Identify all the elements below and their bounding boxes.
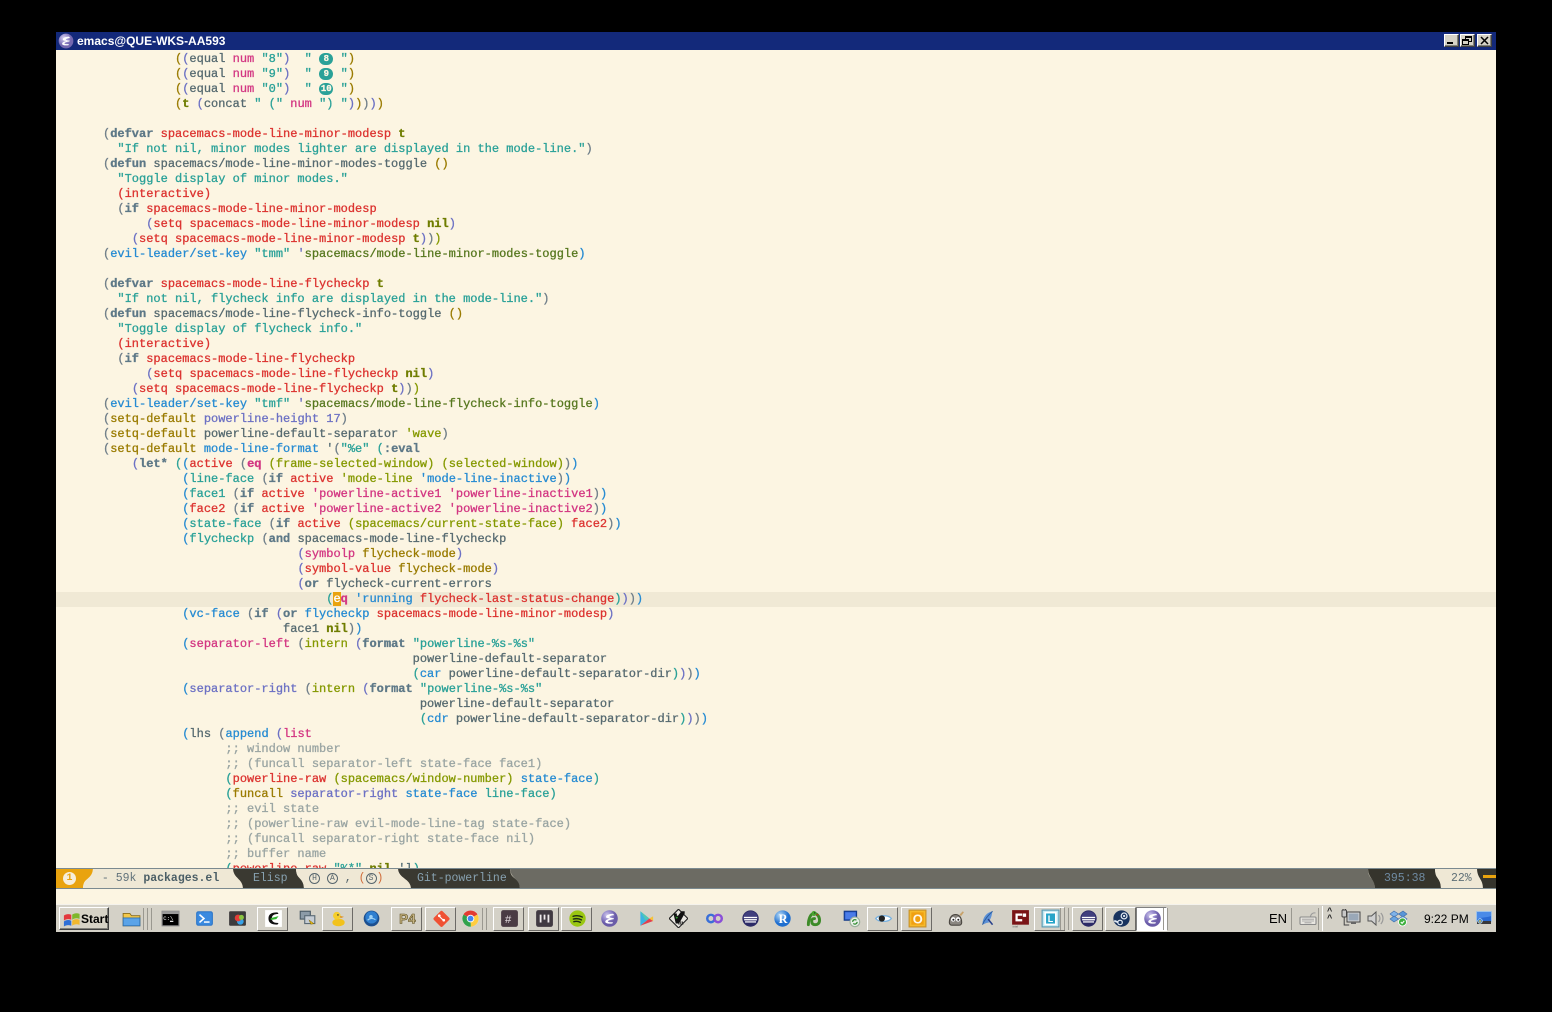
svg-text:intel: intel [1013,924,1019,928]
svg-text:O: O [913,912,923,927]
svg-text:m: m [678,920,684,927]
svg-text:#: # [505,914,512,926]
svg-text:L: L [1048,914,1054,924]
svg-text:P4: P4 [399,912,416,927]
svg-text:R: R [779,912,788,926]
